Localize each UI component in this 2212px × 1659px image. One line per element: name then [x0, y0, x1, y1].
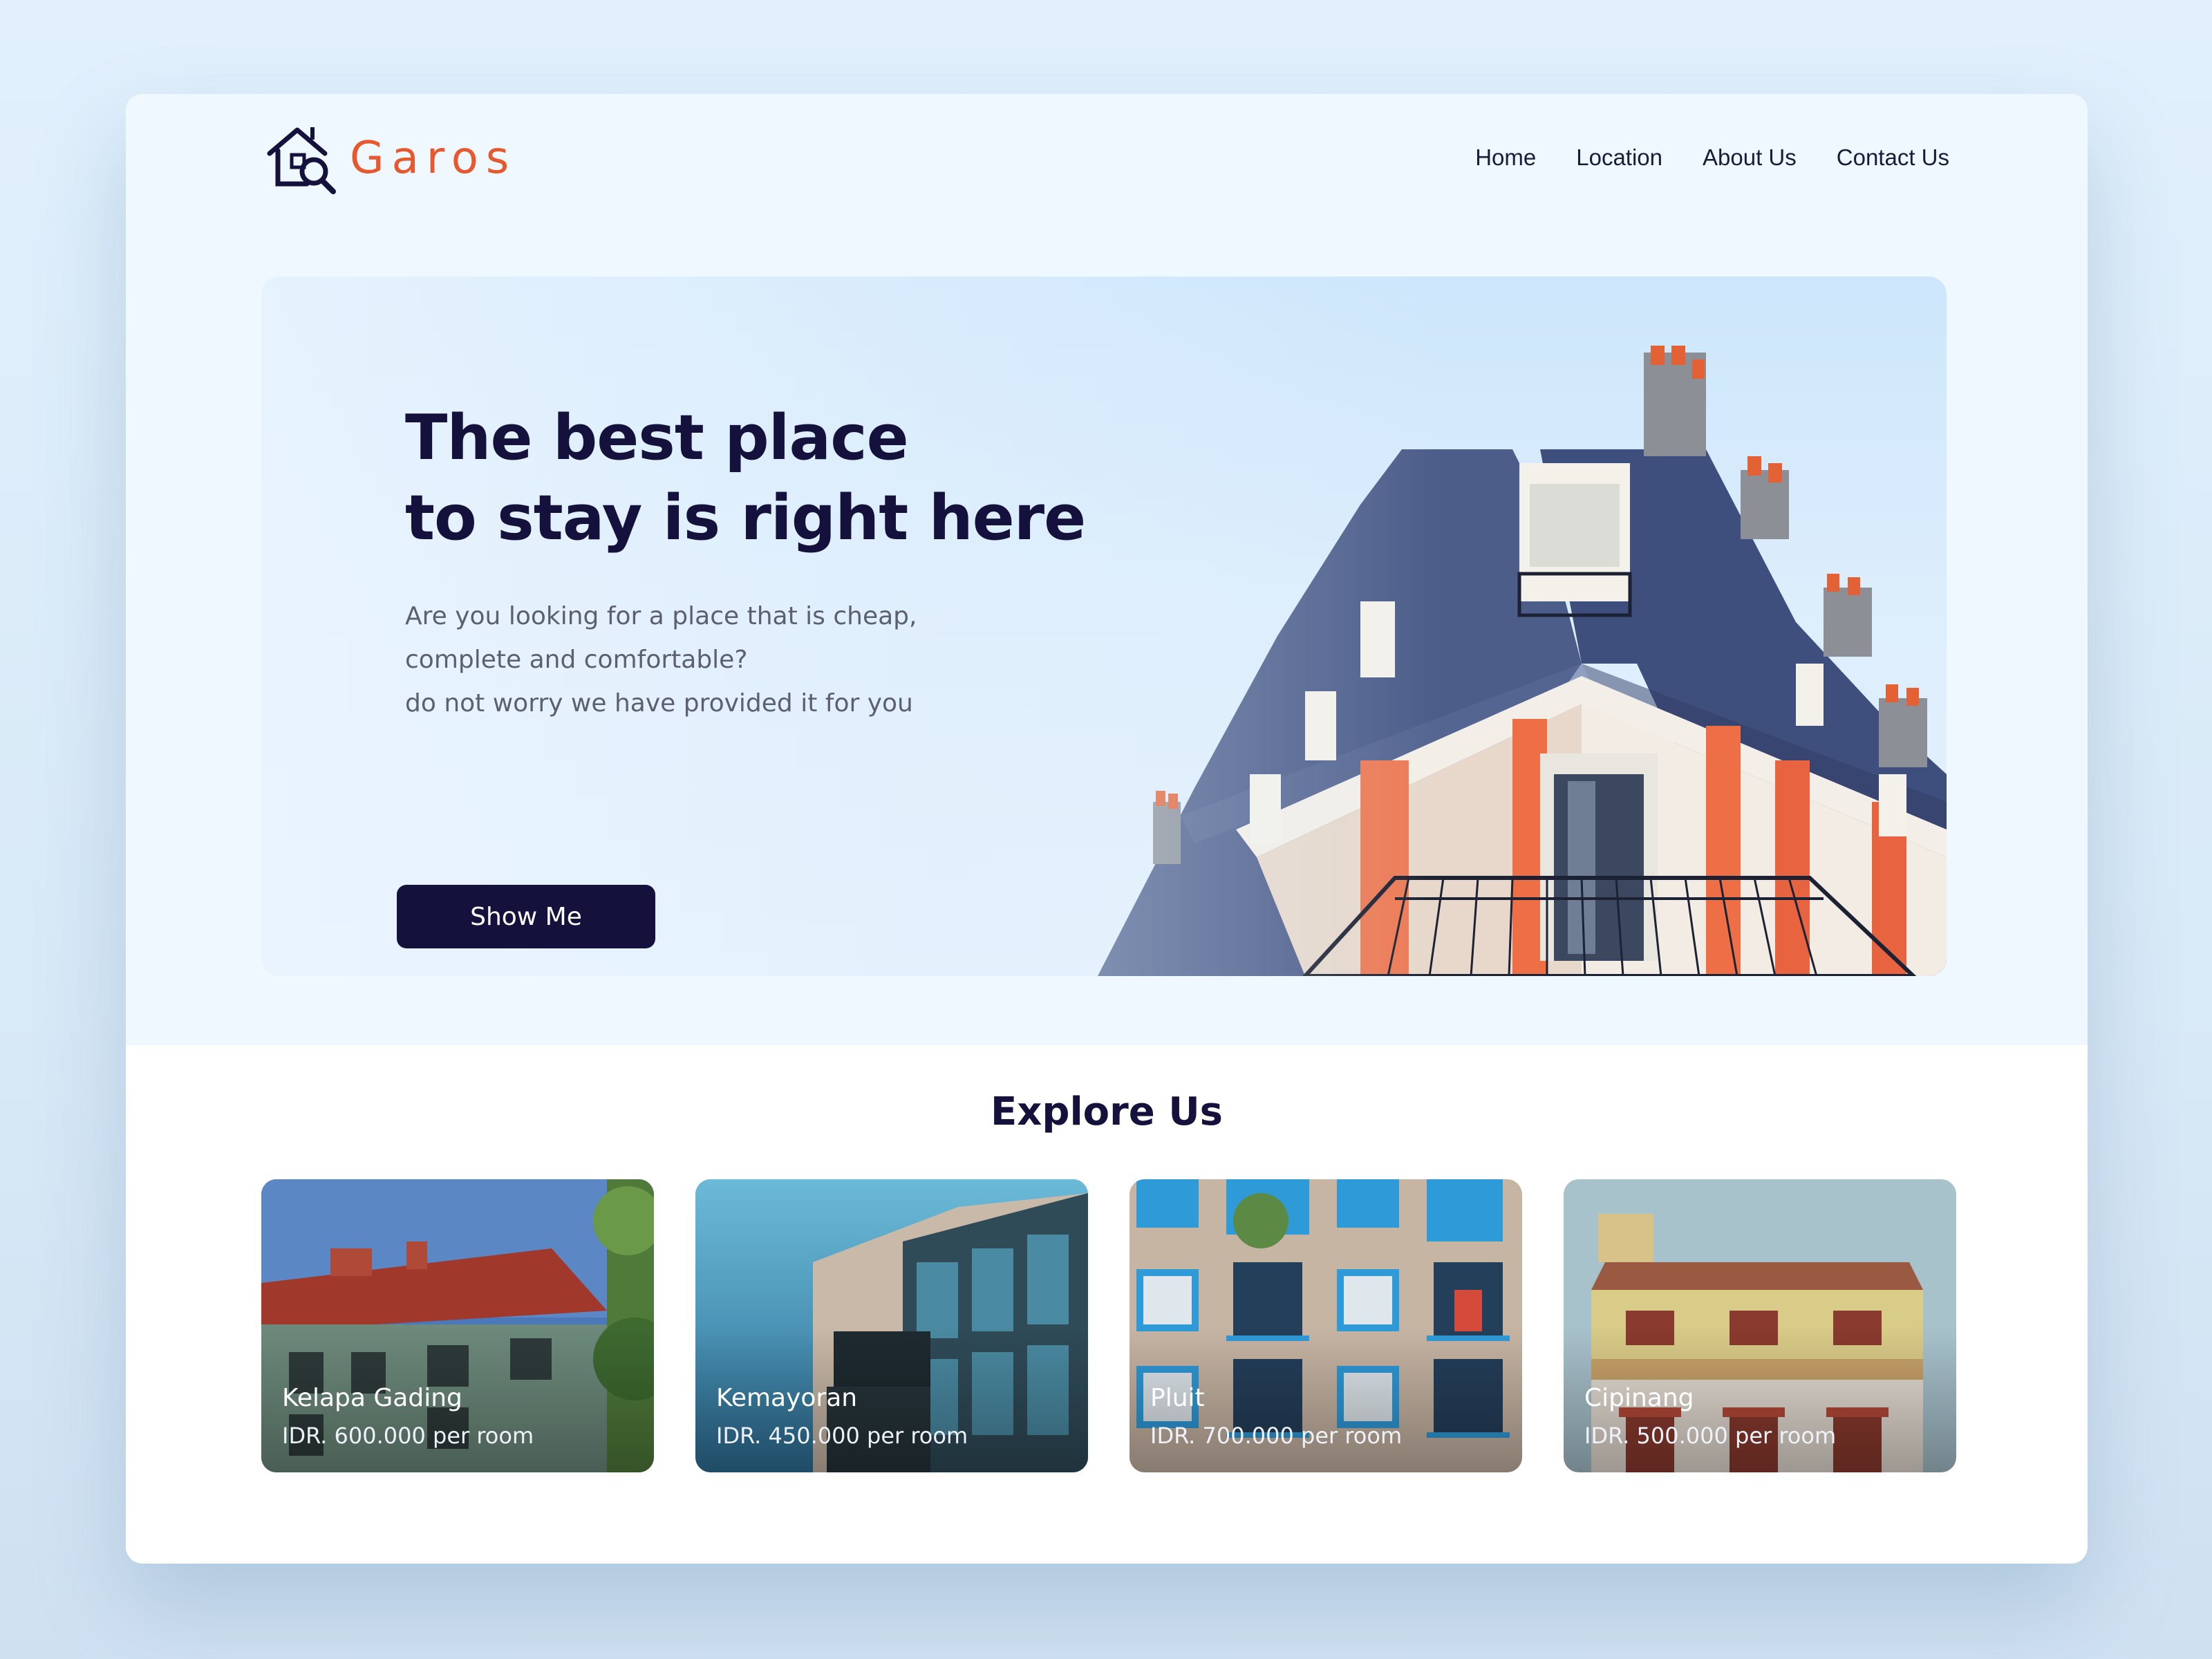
location-card-cipinang[interactable]: Cipinang IDR. 500.000 per room: [1564, 1179, 1956, 1472]
hero-banner: The best place to stay is right here Are…: [261, 276, 1947, 976]
card-location-name: Cipinang: [1584, 1384, 1694, 1412]
card-price: IDR. 500.000 per room: [1584, 1423, 1837, 1449]
house-search-icon: [267, 127, 336, 194]
nav-about-link[interactable]: About Us: [1703, 137, 1797, 178]
hero-title: The best place to stay is right here: [405, 398, 1165, 559]
card-location-name: Kelapa Gading: [282, 1384, 462, 1412]
hero-desc-line-1: Are you looking for a place that is chea…: [405, 602, 917, 630]
location-card-kemayoran[interactable]: Kemayoran IDR. 450.000 per room: [695, 1179, 1088, 1472]
hero-title-line-1: The best place: [405, 402, 909, 474]
card-price: IDR. 600.000 per room: [282, 1423, 534, 1449]
hero-desc-line-3: do not worry we have provided it for you: [405, 689, 913, 718]
location-card-kelapa-gading[interactable]: Kelapa Gading IDR. 600.000 per room: [261, 1179, 654, 1472]
location-card-pluit[interactable]: Pluit IDR. 700.000 per room: [1130, 1179, 1522, 1472]
hero-desc-line-2: complete and comfortable?: [405, 646, 748, 674]
website-frame: Garos Home Location About Us Contact Us: [126, 94, 2088, 1564]
hero-description: Are you looking for a place that is chea…: [405, 594, 1027, 725]
main-nav: Home Location About Us Contact Us: [1435, 137, 1949, 178]
show-me-button[interactable]: Show Me: [397, 885, 655, 948]
card-location-name: Kemayoran: [716, 1384, 858, 1412]
nav-home-link[interactable]: Home: [1475, 137, 1536, 178]
nav-contact-link[interactable]: Contact Us: [1837, 137, 1949, 178]
hero-title-line-2: to stay is right here: [405, 482, 1086, 554]
card-price: IDR. 450.000 per room: [716, 1423, 968, 1449]
card-location-name: Pluit: [1150, 1384, 1205, 1412]
card-price: IDR. 700.000 per room: [1150, 1423, 1403, 1449]
explore-title: Explore Us: [990, 1089, 1224, 1134]
brand-name: Garos: [350, 133, 517, 184]
nav-location-link[interactable]: Location: [1576, 137, 1662, 178]
brand-logo[interactable]: Garos: [264, 120, 651, 203]
